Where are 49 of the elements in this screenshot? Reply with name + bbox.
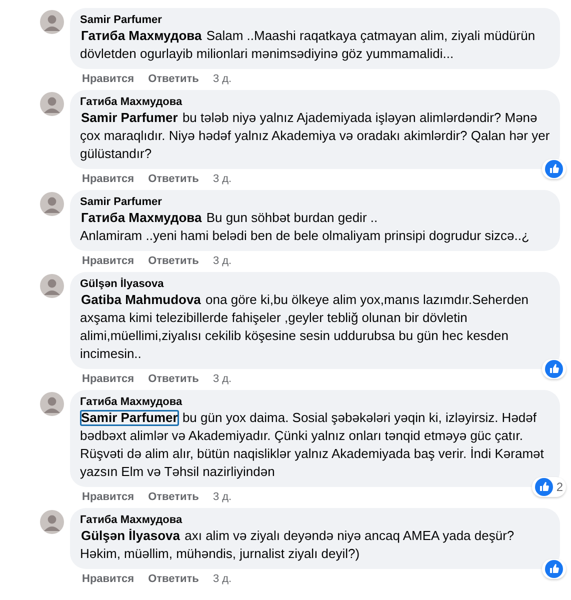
reaction-badge[interactable] [542, 359, 566, 379]
reaction-badge[interactable] [542, 559, 566, 579]
avatar[interactable] [40, 510, 64, 534]
like-count: 2 [556, 480, 563, 494]
author-name[interactable]: Гатиба Махмудова [80, 95, 550, 109]
action-link[interactable]: Нравится [82, 572, 134, 586]
reaction-badge[interactable] [542, 159, 566, 179]
avatar[interactable] [40, 192, 64, 216]
action-link[interactable]: Ответить [148, 490, 199, 504]
mention-link[interactable]: Гатиба Махмудова [80, 210, 203, 226]
action-link[interactable]: Нравится [82, 172, 134, 186]
author-name[interactable]: Gülşən İlyasova [80, 277, 550, 291]
timestamp[interactable]: 3 д. [212, 490, 232, 504]
avatar[interactable] [40, 392, 64, 416]
thumbs-up-icon [545, 560, 563, 578]
action-link[interactable]: Ответить [148, 372, 199, 386]
mention-link[interactable]: Gülşən İlyasova [80, 528, 181, 544]
author-name[interactable]: Гатиба Махмудова [80, 513, 550, 527]
action-link[interactable]: Ответить [148, 172, 199, 186]
reaction-badge[interactable]: 2 [532, 477, 566, 497]
timestamp[interactable]: 3 д. [212, 172, 232, 186]
thumbs-up-icon [535, 478, 554, 496]
timestamp[interactable]: 3 д. [212, 254, 232, 268]
comment-text: Samir Parfumer bu tələb niyə yalnız Ajademiyada işləyən alimlərdəndir? Mənə çox maraqlıdır. Niyə hədəf yalnız Akademiya və oradakı akimlərdir? Qalan hər yer gülüstandır? [80, 109, 550, 163]
comment-text: Gülşən İlyasova axı alim və ziyalı deyəndə niyə ancaq AMEA yada deşür? Həkim, müəllim, mühəndis, jurnalist ziyalı deyil?) [80, 527, 516, 563]
action-link[interactable]: Ответить [148, 572, 199, 586]
action-link[interactable]: Нравится [82, 72, 134, 86]
author-name[interactable]: Samir Parfumer [80, 13, 550, 27]
comment-text: Gatiba Mahmudova ona göre ki,bu ölkeye alim yox,manıs lazımdır.Seherden axşama kimi telezibillerde fahişeler ,geyler tebliğ olunan bir dövletin alimi,müellimi,ziyalısı cekilib köşesine sesin uddurubsa bu gün hec kesden incimesin.. [80, 291, 530, 363]
avatar[interactable] [40, 92, 64, 116]
timestamp[interactable]: 3 д. [212, 572, 232, 586]
timestamp[interactable]: 3 д. [212, 72, 232, 86]
avatar[interactable] [40, 10, 64, 34]
action-link[interactable]: Ответить [148, 72, 199, 86]
mention-link[interactable]: Gatiba Mahmudova [80, 292, 202, 308]
author-name[interactable]: Гатиба Махмудова [80, 395, 550, 409]
comment-text: Гатиба Махмудова Bu gun söhbət burdan gedir .. Anlamiram ..yeni hami belədi ben de bele olmaliyam prinsipi dogrudur sizcə..¿ [80, 209, 530, 245]
thumbs-up-icon [545, 360, 563, 378]
mention-link[interactable]: Гатиба Махмудова [80, 28, 203, 44]
action-link[interactable]: Нравится [82, 372, 134, 386]
action-link[interactable]: Нравится [82, 254, 134, 268]
action-link[interactable]: Ответить [148, 254, 199, 268]
thumbs-up-icon [545, 160, 563, 178]
mention-link[interactable]: Samir Parfumer [80, 110, 179, 126]
avatar[interactable] [40, 274, 64, 298]
author-name[interactable]: Samir Parfumer [80, 195, 550, 209]
timestamp[interactable]: 3 д. [212, 372, 232, 386]
action-link[interactable]: Нравится [82, 490, 134, 504]
comment-text: Гатиба Махмудова Salam ..Maashi raqatkaya çatmayan alim, ziyali müdürün dövletden ogurlayib milionlari mənimsədiyinə göz yummamalidi... [80, 27, 536, 63]
